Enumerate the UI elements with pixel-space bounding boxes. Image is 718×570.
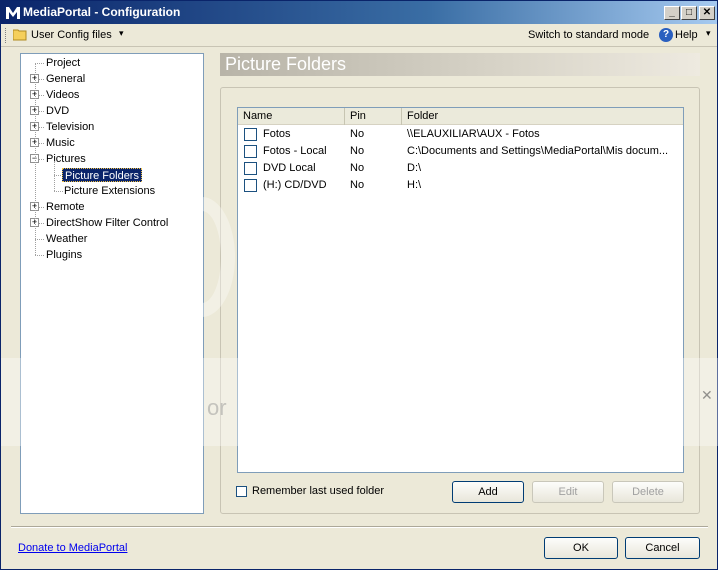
tree-item-weather[interactable]: Weather bbox=[46, 232, 87, 246]
delete-button[interactable]: Delete bbox=[612, 481, 684, 503]
page-title: Picture Folders bbox=[225, 54, 347, 74]
tree-vertical-line bbox=[35, 63, 36, 255]
cell-name: Fotos bbox=[263, 128, 291, 140]
cell-folder: H:\ bbox=[407, 179, 422, 191]
section-tree[interactable]: Project + General + Videos + DVD + Television + Mu… bbox=[20, 53, 204, 514]
minimize-button[interactable]: _ bbox=[664, 6, 680, 20]
title-bar[interactable]: MediaPortal - Configuration _ □ ✕ bbox=[1, 1, 717, 24]
row-checkbox[interactable] bbox=[244, 128, 257, 141]
user-config-button[interactable]: User Config files bbox=[31, 29, 112, 41]
close-button[interactable]: ✕ bbox=[699, 6, 715, 20]
section-header: Picture Folders bbox=[220, 53, 700, 76]
cell-folder: C:\Documents and Settings\MediaPortal\Mi… bbox=[407, 145, 669, 157]
tree-item-directshow-filter-control[interactable]: DirectShow Filter Control bbox=[46, 216, 168, 230]
help-button[interactable]: Help bbox=[675, 29, 698, 41]
donate-link[interactable]: Donate to MediaPortal bbox=[18, 542, 127, 554]
list-header: Name Pin Folder bbox=[238, 108, 683, 125]
folder-icon bbox=[12, 28, 27, 41]
row-checkbox[interactable] bbox=[244, 179, 257, 192]
maximize-button[interactable]: □ bbox=[681, 6, 697, 20]
mediaportal-app-icon bbox=[5, 5, 21, 20]
tree-item-plugins[interactable]: Plugins bbox=[46, 248, 82, 262]
window-title: MediaPortal - Configuration bbox=[23, 5, 181, 19]
cell-name: Fotos - Local bbox=[263, 145, 327, 157]
ok-button[interactable]: OK bbox=[544, 537, 618, 559]
add-button[interactable]: Add bbox=[452, 481, 524, 503]
toolbar: User Config files ▾ Switch to standard m… bbox=[1, 24, 717, 47]
watermark-close-icon: ✕ bbox=[701, 387, 713, 403]
tree-item-picture-folders[interactable]: Picture Folders bbox=[62, 168, 142, 182]
cell-folder: \\ELAUXILIAR\AUX - Fotos bbox=[407, 128, 540, 140]
tree-item-videos[interactable]: Videos bbox=[46, 88, 79, 102]
edit-button[interactable]: Edit bbox=[532, 481, 604, 503]
tree-item-dvd[interactable]: DVD bbox=[46, 104, 69, 118]
row-checkbox[interactable] bbox=[244, 162, 257, 175]
cell-folder: D:\ bbox=[407, 162, 422, 174]
cancel-button[interactable]: Cancel bbox=[625, 537, 700, 559]
cell-pin: No bbox=[350, 162, 365, 174]
help-dropdown-icon[interactable]: ▾ bbox=[706, 28, 711, 39]
toolbar-grip[interactable] bbox=[5, 28, 8, 43]
user-config-dropdown-icon[interactable]: ▾ bbox=[119, 28, 124, 39]
tree-item-television[interactable]: Television bbox=[46, 120, 94, 134]
tree-item-project[interactable]: Project bbox=[46, 56, 80, 70]
footer-separator bbox=[11, 526, 708, 528]
row-checkbox[interactable] bbox=[244, 145, 257, 158]
tree-vertical-line bbox=[54, 161, 55, 191]
folders-list[interactable]: Name Pin Folder Fotos No \\ELAUXILIAR\AUX … bbox=[237, 107, 684, 473]
help-icon[interactable]: ? bbox=[659, 28, 673, 42]
column-header-pin[interactable]: Pin bbox=[345, 108, 402, 125]
tree-connector bbox=[35, 255, 44, 256]
tree-item-remote[interactable]: Remote bbox=[46, 200, 85, 214]
table-row[interactable]: DVD Local No D:\ bbox=[238, 160, 683, 177]
remember-folder-label: Remember last used folder bbox=[252, 485, 385, 497]
tree-connector bbox=[35, 63, 44, 64]
table-row[interactable]: (H:) CD/DVD No H:\ bbox=[238, 177, 683, 194]
cell-pin: No bbox=[350, 128, 365, 140]
main-window: MediaPortal - Configuration _ □ ✕ User C… bbox=[0, 0, 718, 570]
table-row[interactable]: Fotos - Local No C:\Documents and Settings… bbox=[238, 143, 683, 160]
tree-connector bbox=[35, 239, 44, 240]
cell-name: (H:) CD/DVD bbox=[263, 179, 327, 191]
tree-item-general[interactable]: General bbox=[46, 72, 85, 86]
remember-folder-checkbox[interactable] bbox=[236, 486, 247, 497]
cell-pin: No bbox=[350, 145, 365, 157]
column-header-name[interactable]: Name bbox=[238, 108, 345, 125]
tree-item-picture-extensions[interactable]: Picture Extensions bbox=[64, 184, 155, 198]
tree-connector bbox=[54, 191, 63, 192]
tree-item-music[interactable]: Music bbox=[46, 136, 75, 150]
switch-mode-button[interactable]: Switch to standard mode bbox=[528, 29, 649, 41]
tree-item-pictures[interactable]: Pictures bbox=[46, 152, 86, 166]
column-header-folder[interactable]: Folder bbox=[402, 108, 683, 125]
table-row[interactable]: Fotos No \\ELAUXILIAR\AUX - Fotos bbox=[238, 126, 683, 143]
cell-pin: No bbox=[350, 179, 365, 191]
cell-name: DVD Local bbox=[263, 162, 316, 174]
